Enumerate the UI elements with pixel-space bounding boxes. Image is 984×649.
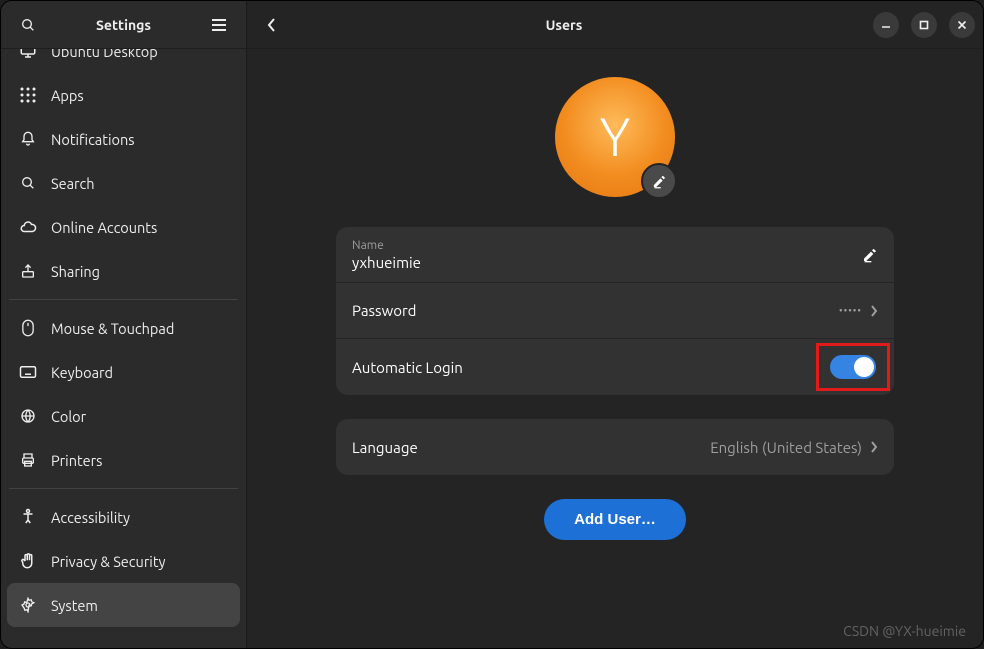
language-label: Language [352, 439, 418, 456]
content: Y Name yxhueimie Password •••• [247, 49, 983, 648]
search-icon [19, 174, 37, 192]
language-card: Language English (United States) [336, 419, 894, 475]
main-panel: Users Y Name yxhueimie [247, 1, 983, 648]
language-value: English (United States) [710, 439, 862, 456]
printer-icon [19, 451, 37, 469]
password-label: Password [352, 302, 416, 319]
menu-button[interactable] [202, 8, 236, 42]
close-button[interactable] [949, 12, 975, 38]
sidebar-item-label: Printers [51, 452, 102, 469]
sidebar: Settings Ubuntu Desktop Apps Notificatio… [1, 1, 247, 648]
sidebar-item-label: Apps [51, 87, 84, 104]
name-value: yxhueimie [352, 254, 421, 271]
avatar-edit-button[interactable] [641, 163, 677, 199]
sidebar-item-system[interactable]: System [7, 583, 240, 627]
sidebar-header: Settings [1, 1, 246, 49]
sidebar-item-color[interactable]: Color [7, 394, 240, 438]
sidebar-item-accessibility[interactable]: Accessibility [7, 495, 240, 539]
close-icon [957, 20, 967, 30]
maximize-button[interactable] [911, 12, 937, 38]
password-row[interactable]: Password ••••• [336, 283, 894, 339]
search-icon [20, 17, 36, 33]
sidebar-item-label: System [51, 597, 98, 614]
sidebar-item-mouse-touchpad[interactable]: Mouse & Touchpad [7, 306, 240, 350]
minimize-button[interactable] [873, 12, 899, 38]
sidebar-divider [9, 299, 238, 300]
sidebar-item-notifications[interactable]: Notifications [7, 117, 240, 161]
sidebar-item-label: Accessibility [51, 509, 130, 526]
sidebar-title: Settings [45, 17, 202, 33]
maximize-icon [919, 20, 929, 30]
hamburger-icon [211, 19, 227, 31]
password-masked: ••••• [839, 305, 862, 316]
accessibility-icon [19, 508, 37, 526]
user-details-card: Name yxhueimie Password ••••• Automatic … [336, 227, 894, 395]
language-row[interactable]: Language English (United States) [336, 419, 894, 475]
sidebar-item-keyboard[interactable]: Keyboard [7, 350, 240, 394]
sidebar-item-label: Ubuntu Desktop [51, 49, 158, 60]
page-title: Users [255, 17, 873, 33]
automatic-login-row: Automatic Login [336, 339, 894, 395]
sidebar-item-label: Search [51, 175, 95, 192]
automatic-login-label: Automatic Login [352, 359, 463, 376]
sidebar-item-apps[interactable]: Apps [7, 73, 240, 117]
sidebar-item-label: Keyboard [51, 364, 113, 381]
settings-window: Settings Ubuntu Desktop Apps Notificatio… [0, 0, 984, 649]
automatic-login-toggle[interactable] [830, 355, 876, 379]
sidebar-item-label: Color [51, 408, 86, 425]
search-button[interactable] [11, 8, 45, 42]
sidebar-item-label: Mouse & Touchpad [51, 320, 174, 337]
mouse-icon [19, 319, 37, 337]
sidebar-divider [9, 488, 238, 489]
highlight-box [828, 353, 878, 381]
color-icon [19, 407, 37, 425]
sidebar-item-label: Notifications [51, 131, 135, 148]
sidebar-item-search[interactable]: Search [7, 161, 240, 205]
chevron-right-icon [870, 305, 878, 317]
minimize-icon [881, 20, 891, 30]
cloud-icon [19, 218, 37, 236]
sidebar-item-printers[interactable]: Printers [7, 438, 240, 482]
name-label: Name [352, 239, 421, 252]
gear-icon [19, 596, 37, 614]
grid-icon [19, 86, 37, 104]
hand-icon [19, 552, 37, 570]
pencil-icon [652, 174, 667, 189]
sidebar-item-privacy-security[interactable]: Privacy & Security [7, 539, 240, 583]
sidebar-item-ubuntu-desktop[interactable]: Ubuntu Desktop [7, 49, 240, 73]
main-header: Users [247, 1, 983, 49]
sidebar-list: Ubuntu Desktop Apps Notifications Search… [1, 49, 246, 648]
sidebar-item-sharing[interactable]: Sharing [7, 249, 240, 293]
chevron-right-icon [870, 441, 878, 453]
sidebar-item-label: Privacy & Security [51, 553, 166, 570]
pencil-icon [862, 247, 878, 263]
window-controls [873, 12, 975, 38]
sidebar-item-label: Online Accounts [51, 219, 157, 236]
sidebar-item-online-accounts[interactable]: Online Accounts [7, 205, 240, 249]
bell-icon [19, 130, 37, 148]
sidebar-item-label: Sharing [51, 263, 100, 280]
share-icon [19, 262, 37, 280]
avatar-container: Y [555, 77, 675, 197]
avatar-letter: Y [600, 107, 631, 167]
name-row[interactable]: Name yxhueimie [336, 227, 894, 283]
add-user-button[interactable]: Add User… [544, 499, 686, 540]
display-icon [19, 49, 37, 60]
keyboard-icon [19, 363, 37, 381]
toggle-knob [854, 357, 874, 377]
